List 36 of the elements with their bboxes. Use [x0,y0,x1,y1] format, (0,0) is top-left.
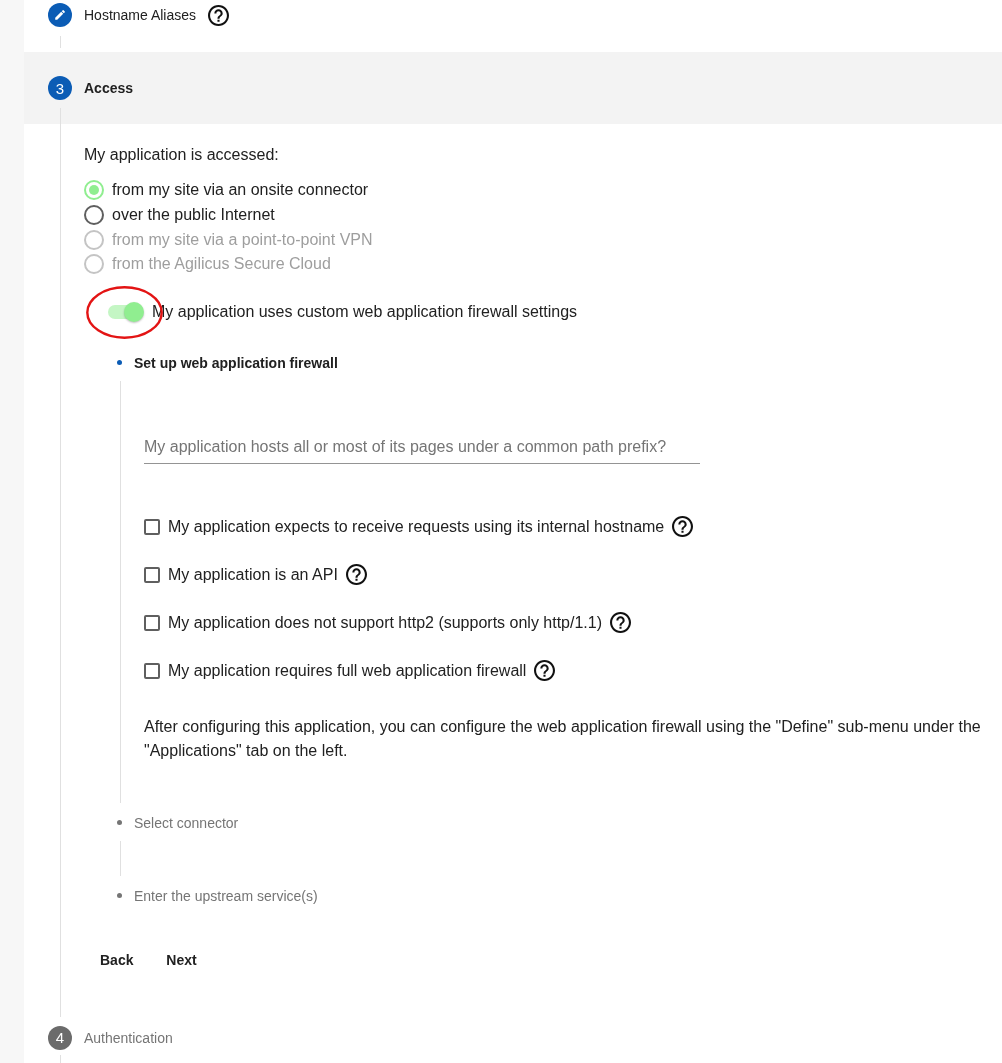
step-number: 3 [48,76,72,100]
checkbox-label: My application does not support http2 (supports only http/1.1) [168,612,603,633]
dot-icon [117,820,122,826]
checkbox[interactable] [144,518,160,535]
back-button[interactable]: Back [84,941,150,978]
note-text: After configuring this application, you can configure the web application firewall using the "Define" sub-menu under the "Applications" tab on the left. [144,716,982,761]
checkbox-label: My application requires full web application firewall [168,660,527,681]
checkbox-label: My application is an API [168,564,338,585]
substep-item[interactable]: Enter the upstream service(s) [117,883,318,908]
option-label: from my site via a point-to-point VPN [112,229,373,250]
step-title[interactable]: Access [84,78,134,98]
step-number: 4 [48,1025,72,1050]
option-label: from my site via an onsite connector [112,180,369,201]
help-icon[interactable] [208,4,230,26]
substep-item[interactable]: Select connector [117,810,239,835]
step-title[interactable]: Authentication [84,1027,173,1048]
checkbox[interactable] [144,662,160,679]
dot-icon [117,360,122,366]
checkbox[interactable] [144,566,160,583]
help-icon[interactable] [672,516,694,538]
pencil-icon [48,3,72,27]
help-icon[interactable] [345,564,367,586]
prompt-label: My application is accessed: [84,145,280,165]
checkbox[interactable] [144,614,160,631]
path-prefix-field[interactable]: My application hosts all or most of its pages under a common path prefix? [144,429,700,464]
step-title[interactable]: Hostname Aliases [84,5,197,25]
radio-button[interactable] [84,205,104,225]
option-label: over the public Internet [112,205,275,225]
dot-icon [117,893,122,899]
help-icon[interactable] [534,660,556,682]
help-icon[interactable] [610,612,632,634]
next-button[interactable]: Next [149,941,214,978]
toggle-switch[interactable] [108,301,144,322]
option-label: from the Agilicus Secure Cloud [112,254,331,275]
checkbox-label: My application expects to receive requests using its internal hostname [168,516,665,537]
substep-item[interactable]: Set up web application firewall [117,350,338,375]
